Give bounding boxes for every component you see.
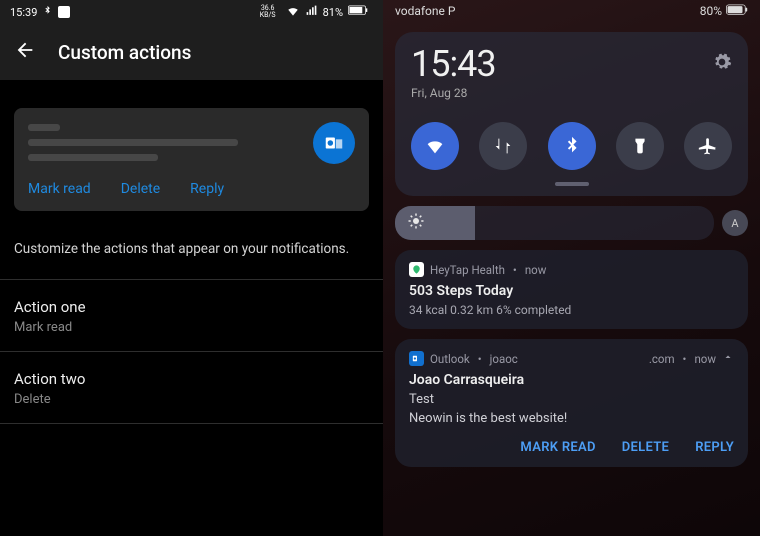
- collapse-icon[interactable]: [722, 351, 734, 366]
- status-bar-left: 15:39 36.6KB/S 81%: [0, 0, 383, 24]
- auto-brightness-toggle[interactable]: A: [722, 210, 748, 236]
- status-bar-right: vodafone P 80%: [383, 0, 760, 22]
- section-description: Customize the actions that appear on you…: [14, 211, 369, 279]
- app-status-icon: [58, 6, 70, 18]
- brightness-slider[interactable]: [395, 206, 714, 240]
- settings-screen: 15:39 36.6KB/S 81% Custom actions: [0, 0, 383, 536]
- qs-tile-airplane[interactable]: [684, 122, 732, 170]
- notif-app-name: Outlook: [430, 352, 470, 366]
- preview-action-reply: Reply: [190, 181, 224, 197]
- brightness-icon: [407, 212, 425, 234]
- qs-tile-wifi[interactable]: [411, 122, 459, 170]
- outlook-app-icon: [313, 122, 355, 164]
- action-two-row[interactable]: Action two Delete: [14, 352, 369, 423]
- status-time: 15:39: [10, 6, 37, 19]
- action-one-row[interactable]: Action one Mark read: [14, 280, 369, 351]
- notif-sender: Joao Carrasqueira: [409, 372, 734, 388]
- notif-domain: .com: [649, 352, 675, 366]
- notification-outlook[interactable]: Outlook joaoc .com now Joao Carrasqueira…: [395, 339, 748, 467]
- wifi-status-icon: [286, 4, 300, 21]
- notif-actions-row: MARK READ DELETE REPLY: [409, 440, 734, 455]
- qs-tiles-row: [411, 122, 732, 170]
- action-two-value: Delete: [14, 392, 369, 407]
- action-one-label: Action one: [14, 298, 369, 316]
- qs-tile-mobile-data[interactable]: [479, 122, 527, 170]
- notif-account: joaoc: [490, 352, 518, 366]
- preview-action-mark-read: Mark read: [28, 181, 91, 197]
- quick-settings-panel: 15:43 Fri, Aug 28: [395, 32, 748, 196]
- heytap-app-icon: [409, 262, 424, 277]
- net-rate: 36.6KB/S: [260, 5, 281, 19]
- carrier-label: vodafone P: [395, 4, 455, 18]
- notif-when: now: [694, 352, 716, 366]
- preview-actions-row: Mark read Delete Reply: [28, 169, 355, 201]
- qs-date[interactable]: Fri, Aug 28: [411, 86, 496, 100]
- notif-when: now: [525, 263, 547, 277]
- back-icon[interactable]: [14, 39, 36, 65]
- brightness-row: A: [395, 206, 748, 240]
- notif-title: 503 Steps Today: [409, 283, 734, 299]
- battery-status-icon: [726, 4, 748, 19]
- notif-app-name: HeyTap Health: [430, 263, 505, 277]
- battery-status-icon: [348, 5, 368, 19]
- bluetooth-status-icon: [42, 5, 53, 19]
- action-two-label: Action two: [14, 370, 369, 388]
- battery-percent: 80%: [700, 4, 722, 18]
- notif-subject: Test: [409, 392, 734, 407]
- settings-gear-icon[interactable]: [712, 52, 732, 76]
- qs-tile-bluetooth[interactable]: [548, 122, 596, 170]
- qs-clock[interactable]: 15:43: [411, 46, 496, 82]
- page-title: Custom actions: [58, 41, 191, 64]
- app-bar: Custom actions: [0, 24, 383, 80]
- outlook-app-icon: [409, 351, 424, 366]
- preview-text-placeholders: [28, 122, 303, 169]
- divider: [0, 423, 383, 424]
- action-one-value: Mark read: [14, 320, 369, 335]
- battery-percent: 81%: [323, 6, 343, 19]
- qs-drag-handle[interactable]: [555, 182, 589, 186]
- notif-action-reply[interactable]: REPLY: [695, 440, 734, 455]
- qs-tile-flashlight[interactable]: [616, 122, 664, 170]
- notification-shade: vodafone P 80% 15:43 Fri, Aug 28: [383, 0, 760, 536]
- notification-preview-card: Mark read Delete Reply: [14, 108, 369, 211]
- notification-heytap[interactable]: HeyTap Health now 503 Steps Today 34 kca…: [395, 250, 748, 329]
- signal-status-icon: [305, 4, 318, 20]
- notif-body: Neowin is the best website!: [409, 411, 734, 426]
- preview-action-delete: Delete: [121, 181, 160, 197]
- notif-subtext: 34 kcal 0.32 km 6% completed: [409, 303, 734, 317]
- notif-action-mark-read[interactable]: MARK READ: [520, 440, 595, 455]
- notif-action-delete[interactable]: DELETE: [622, 440, 669, 455]
